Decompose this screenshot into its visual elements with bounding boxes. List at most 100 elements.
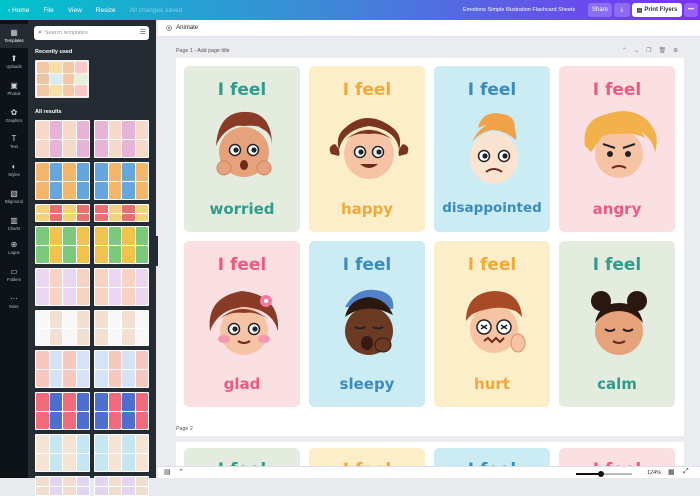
- thumb-tile: [95, 245, 108, 263]
- template-thumbnail[interactable]: [35, 392, 90, 430]
- template-thumbnail[interactable]: [94, 350, 149, 388]
- search-templates-input[interactable]: ⌕ Search templates ☰: [34, 26, 149, 40]
- page-1[interactable]: I feel worried I feel happy I feel disappo…: [176, 58, 684, 436]
- template-thumbnail[interactable]: [94, 226, 149, 264]
- thumb-tile: [95, 411, 108, 429]
- thumb-tile: [76, 205, 89, 213]
- rail-item-bkground[interactable]: ▧ Bkground: [0, 185, 28, 209]
- rail-item-text[interactable]: T Text: [0, 130, 28, 154]
- print-flyers-button[interactable]: ▤ Print Flyers: [632, 3, 682, 17]
- rail-item-uploads[interactable]: ⬆ Uploads: [0, 50, 28, 74]
- chevron-up-icon[interactable]: ⌃: [622, 48, 634, 54]
- card-heading: I feel: [467, 80, 517, 100]
- notes-icon[interactable]: ▤: [164, 468, 171, 476]
- thumb-tile: [108, 351, 121, 369]
- thumb-tile: [49, 181, 62, 199]
- template-thumbnail[interactable]: [94, 204, 149, 222]
- filter-icon[interactable]: ☰: [140, 28, 146, 36]
- flashcard-disappointed[interactable]: I feel disappointed: [434, 66, 550, 232]
- zoom-handle[interactable]: [598, 471, 605, 477]
- template-thumbnail[interactable]: [35, 226, 90, 264]
- thumb-tile: [135, 245, 148, 263]
- flashcard-angry[interactable]: I feel angry: [559, 66, 675, 232]
- flashcard-calm[interactable]: I feel calm: [559, 241, 675, 407]
- rail-item-label: Folders: [7, 277, 21, 282]
- template-thumbnail[interactable]: [35, 268, 90, 306]
- thumb-tile: [49, 245, 62, 263]
- template-thumbnail[interactable]: [94, 162, 149, 200]
- flashcard-worried[interactable]: I feel worried: [184, 66, 300, 232]
- template-thumbnail[interactable]: [94, 268, 149, 306]
- flashcard-happy[interactable]: I feel happy: [309, 66, 425, 232]
- zoom-slider[interactable]: [576, 471, 632, 477]
- view-menu[interactable]: View: [68, 7, 82, 14]
- thumb-tile: [135, 163, 148, 181]
- thumb-tile: [76, 369, 89, 387]
- thumb-tile: [122, 486, 135, 495]
- thumb-tile: [63, 328, 76, 345]
- file-menu[interactable]: File: [43, 7, 53, 14]
- flashcard-hurt[interactable]: I feel hurt: [434, 241, 550, 407]
- template-thumbnail[interactable]: [35, 434, 90, 472]
- template-thumbnail[interactable]: [35, 162, 90, 200]
- animate-button[interactable]: Animate: [176, 25, 198, 31]
- template-thumbnail[interactable]: [35, 310, 90, 346]
- rail-item-charts[interactable]: ▥ Charts: [0, 212, 28, 236]
- thumb-tile: [122, 477, 135, 486]
- template-thumbnail[interactable]: [94, 310, 149, 346]
- design-title[interactable]: Emotions Simple Illustration Flashcard S…: [463, 7, 575, 13]
- template-thumbnail[interactable]: [35, 204, 90, 222]
- thumb-tile: [49, 311, 62, 328]
- rail-item-styles[interactable]: ◐ Styles: [0, 158, 28, 182]
- fullscreen-icon[interactable]: ⤢: [683, 468, 689, 476]
- thumb-tile: [36, 205, 49, 213]
- add-page-icon[interactable]: ⊕: [673, 48, 685, 54]
- template-thumbnail[interactable]: [94, 392, 149, 430]
- resize-menu[interactable]: Resize: [96, 7, 116, 14]
- duplicate-page-icon[interactable]: ❐: [646, 48, 658, 54]
- flashcard-sleepy[interactable]: I feel sleepy: [309, 241, 425, 407]
- template-thumbnail[interactable]: [94, 434, 149, 472]
- zoom-level[interactable]: 124%: [647, 470, 661, 476]
- thumb-tile: [135, 205, 148, 213]
- rail-item-graphics[interactable]: ✿ Graphics: [0, 104, 28, 128]
- printer-icon: ▤: [636, 7, 643, 14]
- template-thumbnail[interactable]: [94, 120, 149, 158]
- card-heading: I feel: [217, 80, 267, 100]
- template-thumbnail[interactable]: [35, 350, 90, 388]
- thumb-tile: [135, 181, 148, 199]
- thumb-tile: [135, 486, 148, 495]
- thumb-tile: [49, 139, 62, 157]
- rail-item-folders[interactable]: ▭ Folders: [0, 263, 28, 287]
- page-1-title[interactable]: Page 1 - Add page title: [176, 48, 230, 54]
- rail-item-logos[interactable]: ⊕ Logos: [0, 236, 28, 260]
- thumb-tile: [108, 163, 121, 181]
- photos-icon: ▣: [10, 81, 18, 90]
- thumb-tile: [122, 411, 135, 429]
- share-button[interactable]: Share: [588, 3, 612, 17]
- chevron-down-icon[interactable]: ⌄: [634, 48, 646, 54]
- more-options-button[interactable]: •••: [684, 3, 698, 17]
- page-2-title[interactable]: Page 2: [176, 426, 193, 432]
- thumb-tile: [135, 311, 148, 328]
- rail-item-templates[interactable]: ▦ Templates: [0, 24, 28, 48]
- home-button[interactable]: ‹ Home: [8, 7, 29, 14]
- rail-item-more[interactable]: ⋯ More: [0, 290, 28, 314]
- thumb-tile: [76, 486, 89, 495]
- side-rail: ▦ Templates ⬆ Uploads ▣ Photos ✿ Graphics T Text ◐…: [0, 20, 28, 478]
- thumb-tile: [108, 287, 121, 305]
- template-thumbnail[interactable]: [35, 120, 90, 158]
- grid-view-icon[interactable]: ▦: [668, 468, 675, 476]
- download-button[interactable]: ⤓: [614, 3, 630, 17]
- template-thumbnail[interactable]: [35, 476, 90, 496]
- recent-thumb-tile: [75, 85, 87, 96]
- thumb-tile: [108, 453, 121, 471]
- page-expand-icon[interactable]: ⌃: [178, 468, 184, 476]
- template-thumbnail[interactable]: [94, 476, 149, 496]
- rail-item-photos[interactable]: ▣ Photos: [0, 77, 28, 101]
- flashcard-glad[interactable]: I feel glad: [184, 241, 300, 407]
- delete-page-icon[interactable]: 🗑: [658, 48, 673, 54]
- recent-template-thumbnail[interactable]: [35, 60, 89, 98]
- search-icon: ⌕: [38, 29, 42, 36]
- thumb-tile: [49, 328, 62, 345]
